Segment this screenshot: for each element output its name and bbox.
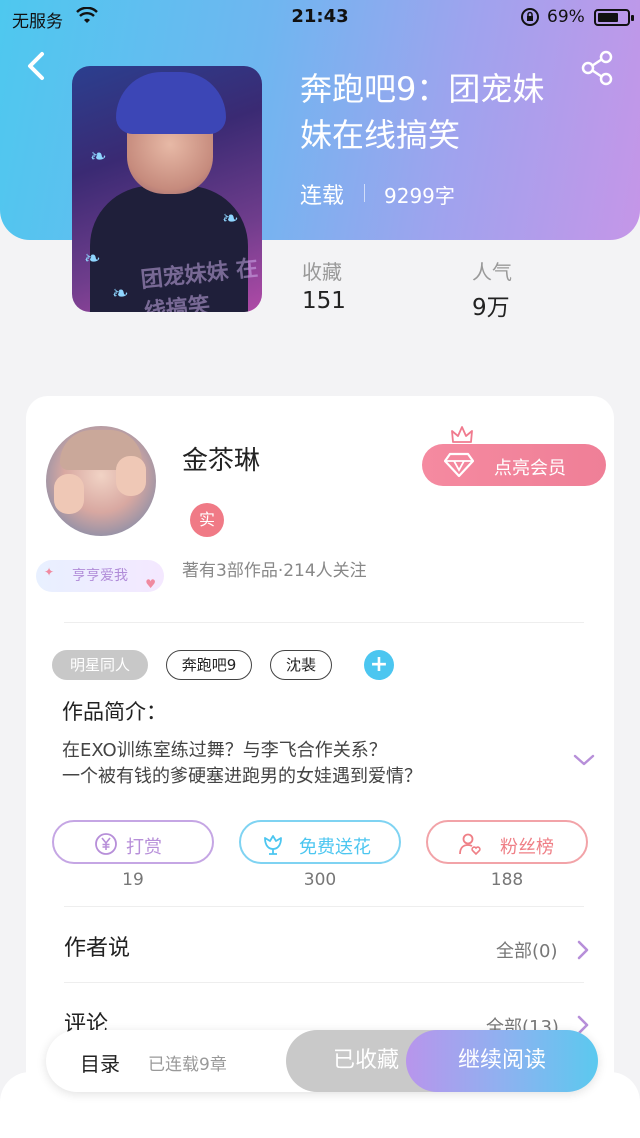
verified-badge: 实 [190, 503, 224, 537]
author-name[interactable]: 金苶琳 [182, 440, 260, 477]
add-tag-button[interactable]: + [364, 650, 394, 680]
book-title-line-1: 奔跑吧9：团宠妹 [300, 70, 545, 108]
favorites-value: 151 [302, 288, 346, 314]
send-flower-button[interactable]: 免费送花 [239, 820, 401, 864]
tag-item[interactable]: 沈裴 [270, 650, 332, 680]
user-heart-icon [459, 833, 481, 856]
popularity-value: 9万 [472, 295, 510, 321]
intro-line: 一个被有钱的爹硬塞进跑男的女娃遇到爱情？ [62, 766, 422, 787]
novel-detail-page: 无服务 21:43 69% ❧ ❧ ❧ ❧ 团宠妹妹 在线搞笑 奔跑吧9：团宠妹… [0, 0, 640, 1138]
chevron-down-icon[interactable] [572, 752, 596, 768]
divider [64, 906, 584, 907]
author-meta: 著有3部作品·214人关注 [182, 561, 367, 581]
author-says-all-link[interactable]: 全部(0) [496, 937, 558, 963]
tag-item[interactable]: 明星同人 [52, 650, 148, 680]
vip-button-label: 点亮会员 [494, 458, 566, 479]
intro-line: 在EXO训练室练过舞？与李飞合作关系？ [62, 740, 387, 761]
battery-percent: 69% [547, 7, 585, 27]
favorites-label: 收藏 [302, 260, 342, 284]
chapter-count: 已连载9章 [148, 1055, 227, 1075]
serial-status: 连载 [300, 184, 345, 209]
battery-icon [594, 9, 634, 26]
book-title-line-2: 妹在线搞笑 [300, 116, 461, 154]
reward-count: 19 [122, 870, 144, 890]
yen-coin-icon [95, 833, 117, 855]
book-title: 奔跑吧9：团宠妹 妹在线搞笑 [300, 66, 600, 158]
flower-count: 300 [303, 870, 337, 890]
back-arrow-icon[interactable] [20, 46, 54, 86]
reward-button[interactable]: 打赏 [52, 820, 214, 864]
send-flower-label: 免费送花 [299, 837, 371, 858]
status-divider [364, 184, 365, 202]
continue-reading-button[interactable]: 继续阅读 [406, 1030, 598, 1092]
author-avatar[interactable] [46, 426, 156, 536]
crown-icon [451, 426, 473, 446]
tag-item[interactable]: 奔跑吧9 [166, 650, 252, 680]
popularity-label: 人气 [472, 260, 512, 284]
book-cover-image[interactable]: ❧ ❧ ❧ ❧ 团宠妹妹 在线搞笑 [72, 66, 262, 312]
vip-button[interactable]: 点亮会员 [422, 444, 606, 486]
reward-label: 打赏 [126, 837, 162, 858]
diamond-icon [444, 452, 474, 478]
table-of-contents-button[interactable]: 目录 [80, 1048, 120, 1077]
chevron-right-icon[interactable] [576, 939, 590, 961]
status-bar: 无服务 21:43 69% [0, 0, 640, 34]
orientation-lock-icon [521, 8, 539, 26]
intro-title: 作品简介： [62, 700, 167, 724]
flower-icon [264, 835, 282, 855]
fan-ranking-button[interactable]: 粉丝榜 [426, 820, 588, 864]
clock: 21:43 [291, 6, 349, 27]
fan-ranking-label: 粉丝榜 [500, 837, 554, 858]
divider [64, 622, 584, 623]
avatar-tag-text: 亨亨爱我 [72, 568, 128, 584]
fan-ranking-count: 188 [490, 870, 524, 890]
avatar-tag: ✦ 亨亨爱我 ♥ [36, 560, 164, 592]
author-says-title: 作者说 [64, 936, 131, 961]
divider [64, 982, 584, 983]
word-count: 9299字 [384, 184, 455, 208]
